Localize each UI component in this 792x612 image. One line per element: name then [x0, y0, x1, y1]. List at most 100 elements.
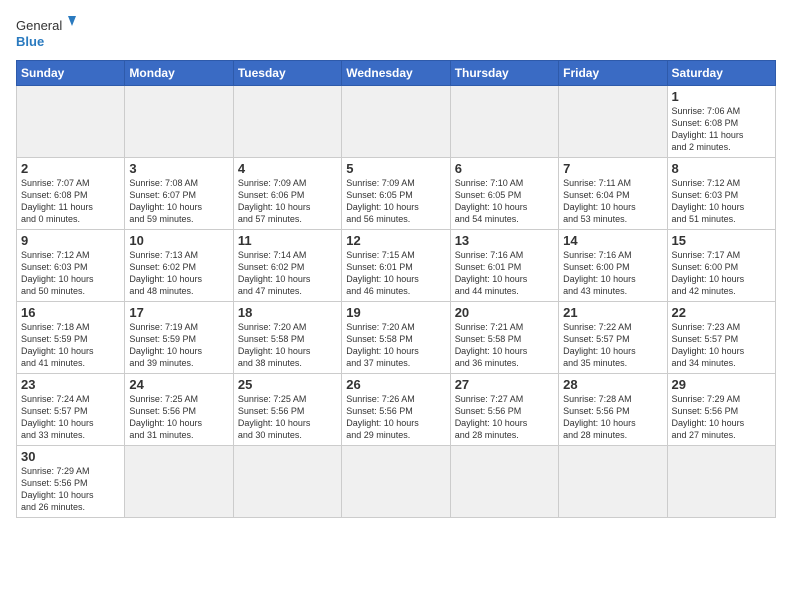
- day-number: 13: [455, 233, 554, 248]
- weekday-header-row: Sunday Monday Tuesday Wednesday Thursday…: [17, 61, 776, 86]
- day-info: Sunrise: 7:29 AM Sunset: 5:56 PM Dayligh…: [21, 465, 120, 514]
- table-row: 11Sunrise: 7:14 AM Sunset: 6:02 PM Dayli…: [233, 230, 341, 302]
- day-number: 8: [672, 161, 771, 176]
- day-number: 2: [21, 161, 120, 176]
- header-sunday: Sunday: [17, 61, 125, 86]
- table-row: 6Sunrise: 7:10 AM Sunset: 6:05 PM Daylig…: [450, 158, 558, 230]
- day-info: Sunrise: 7:15 AM Sunset: 6:01 PM Dayligh…: [346, 249, 445, 298]
- day-number: 18: [238, 305, 337, 320]
- day-info: Sunrise: 7:28 AM Sunset: 5:56 PM Dayligh…: [563, 393, 662, 442]
- day-info: Sunrise: 7:08 AM Sunset: 6:07 PM Dayligh…: [129, 177, 228, 226]
- day-info: Sunrise: 7:25 AM Sunset: 5:56 PM Dayligh…: [238, 393, 337, 442]
- day-number: 29: [672, 377, 771, 392]
- table-row: 1Sunrise: 7:06 AM Sunset: 6:08 PM Daylig…: [667, 86, 775, 158]
- table-row: 30Sunrise: 7:29 AM Sunset: 5:56 PM Dayli…: [17, 446, 125, 518]
- table-row: [17, 86, 125, 158]
- table-row: [342, 86, 450, 158]
- header-wednesday: Wednesday: [342, 61, 450, 86]
- table-row: 18Sunrise: 7:20 AM Sunset: 5:58 PM Dayli…: [233, 302, 341, 374]
- table-row: 24Sunrise: 7:25 AM Sunset: 5:56 PM Dayli…: [125, 374, 233, 446]
- table-row: [450, 446, 558, 518]
- day-info: Sunrise: 7:12 AM Sunset: 6:03 PM Dayligh…: [21, 249, 120, 298]
- table-row: 4Sunrise: 7:09 AM Sunset: 6:06 PM Daylig…: [233, 158, 341, 230]
- day-info: Sunrise: 7:17 AM Sunset: 6:00 PM Dayligh…: [672, 249, 771, 298]
- day-number: 11: [238, 233, 337, 248]
- table-row: [559, 446, 667, 518]
- table-row: [125, 86, 233, 158]
- day-info: Sunrise: 7:18 AM Sunset: 5:59 PM Dayligh…: [21, 321, 120, 370]
- day-number: 24: [129, 377, 228, 392]
- day-info: Sunrise: 7:19 AM Sunset: 5:59 PM Dayligh…: [129, 321, 228, 370]
- day-number: 17: [129, 305, 228, 320]
- table-row: 10Sunrise: 7:13 AM Sunset: 6:02 PM Dayli…: [125, 230, 233, 302]
- table-row: 8Sunrise: 7:12 AM Sunset: 6:03 PM Daylig…: [667, 158, 775, 230]
- svg-text:General: General: [16, 18, 62, 33]
- day-number: 9: [21, 233, 120, 248]
- table-row: 23Sunrise: 7:24 AM Sunset: 5:57 PM Dayli…: [17, 374, 125, 446]
- day-number: 30: [21, 449, 120, 464]
- day-info: Sunrise: 7:06 AM Sunset: 6:08 PM Dayligh…: [672, 105, 771, 154]
- day-info: Sunrise: 7:09 AM Sunset: 6:05 PM Dayligh…: [346, 177, 445, 226]
- table-row: 22Sunrise: 7:23 AM Sunset: 5:57 PM Dayli…: [667, 302, 775, 374]
- table-row: 7Sunrise: 7:11 AM Sunset: 6:04 PM Daylig…: [559, 158, 667, 230]
- day-info: Sunrise: 7:29 AM Sunset: 5:56 PM Dayligh…: [672, 393, 771, 442]
- day-info: Sunrise: 7:11 AM Sunset: 6:04 PM Dayligh…: [563, 177, 662, 226]
- table-row: 3Sunrise: 7:08 AM Sunset: 6:07 PM Daylig…: [125, 158, 233, 230]
- table-row: 28Sunrise: 7:28 AM Sunset: 5:56 PM Dayli…: [559, 374, 667, 446]
- day-info: Sunrise: 7:26 AM Sunset: 5:56 PM Dayligh…: [346, 393, 445, 442]
- day-number: 14: [563, 233, 662, 248]
- generalblue-logo-icon: General Blue: [16, 12, 76, 52]
- day-number: 4: [238, 161, 337, 176]
- day-number: 26: [346, 377, 445, 392]
- day-number: 27: [455, 377, 554, 392]
- svg-text:Blue: Blue: [16, 34, 44, 49]
- table-row: 26Sunrise: 7:26 AM Sunset: 5:56 PM Dayli…: [342, 374, 450, 446]
- header-monday: Monday: [125, 61, 233, 86]
- calendar-table: Sunday Monday Tuesday Wednesday Thursday…: [16, 60, 776, 518]
- day-number: 7: [563, 161, 662, 176]
- day-info: Sunrise: 7:16 AM Sunset: 6:01 PM Dayligh…: [455, 249, 554, 298]
- table-row: [559, 86, 667, 158]
- day-info: Sunrise: 7:21 AM Sunset: 5:58 PM Dayligh…: [455, 321, 554, 370]
- table-row: 19Sunrise: 7:20 AM Sunset: 5:58 PM Dayli…: [342, 302, 450, 374]
- day-info: Sunrise: 7:23 AM Sunset: 5:57 PM Dayligh…: [672, 321, 771, 370]
- day-info: Sunrise: 7:09 AM Sunset: 6:06 PM Dayligh…: [238, 177, 337, 226]
- table-row: 15Sunrise: 7:17 AM Sunset: 6:00 PM Dayli…: [667, 230, 775, 302]
- table-row: 2Sunrise: 7:07 AM Sunset: 6:08 PM Daylig…: [17, 158, 125, 230]
- header-thursday: Thursday: [450, 61, 558, 86]
- day-number: 25: [238, 377, 337, 392]
- header-friday: Friday: [559, 61, 667, 86]
- table-row: 14Sunrise: 7:16 AM Sunset: 6:00 PM Dayli…: [559, 230, 667, 302]
- day-info: Sunrise: 7:16 AM Sunset: 6:00 PM Dayligh…: [563, 249, 662, 298]
- table-row: 20Sunrise: 7:21 AM Sunset: 5:58 PM Dayli…: [450, 302, 558, 374]
- day-number: 16: [21, 305, 120, 320]
- day-info: Sunrise: 7:12 AM Sunset: 6:03 PM Dayligh…: [672, 177, 771, 226]
- table-row: [450, 86, 558, 158]
- day-info: Sunrise: 7:24 AM Sunset: 5:57 PM Dayligh…: [21, 393, 120, 442]
- header: General Blue: [16, 12, 776, 52]
- table-row: [125, 446, 233, 518]
- table-row: 5Sunrise: 7:09 AM Sunset: 6:05 PM Daylig…: [342, 158, 450, 230]
- day-info: Sunrise: 7:13 AM Sunset: 6:02 PM Dayligh…: [129, 249, 228, 298]
- day-info: Sunrise: 7:27 AM Sunset: 5:56 PM Dayligh…: [455, 393, 554, 442]
- table-row: 9Sunrise: 7:12 AM Sunset: 6:03 PM Daylig…: [17, 230, 125, 302]
- day-info: Sunrise: 7:10 AM Sunset: 6:05 PM Dayligh…: [455, 177, 554, 226]
- day-number: 1: [672, 89, 771, 104]
- day-number: 28: [563, 377, 662, 392]
- table-row: [233, 446, 341, 518]
- table-row: 16Sunrise: 7:18 AM Sunset: 5:59 PM Dayli…: [17, 302, 125, 374]
- day-info: Sunrise: 7:20 AM Sunset: 5:58 PM Dayligh…: [346, 321, 445, 370]
- day-number: 19: [346, 305, 445, 320]
- day-number: 6: [455, 161, 554, 176]
- table-row: 29Sunrise: 7:29 AM Sunset: 5:56 PM Dayli…: [667, 374, 775, 446]
- day-number: 20: [455, 305, 554, 320]
- header-saturday: Saturday: [667, 61, 775, 86]
- day-info: Sunrise: 7:07 AM Sunset: 6:08 PM Dayligh…: [21, 177, 120, 226]
- table-row: 21Sunrise: 7:22 AM Sunset: 5:57 PM Dayli…: [559, 302, 667, 374]
- day-number: 3: [129, 161, 228, 176]
- day-info: Sunrise: 7:22 AM Sunset: 5:57 PM Dayligh…: [563, 321, 662, 370]
- day-number: 21: [563, 305, 662, 320]
- logo: General Blue: [16, 12, 76, 52]
- table-row: 25Sunrise: 7:25 AM Sunset: 5:56 PM Dayli…: [233, 374, 341, 446]
- table-row: [667, 446, 775, 518]
